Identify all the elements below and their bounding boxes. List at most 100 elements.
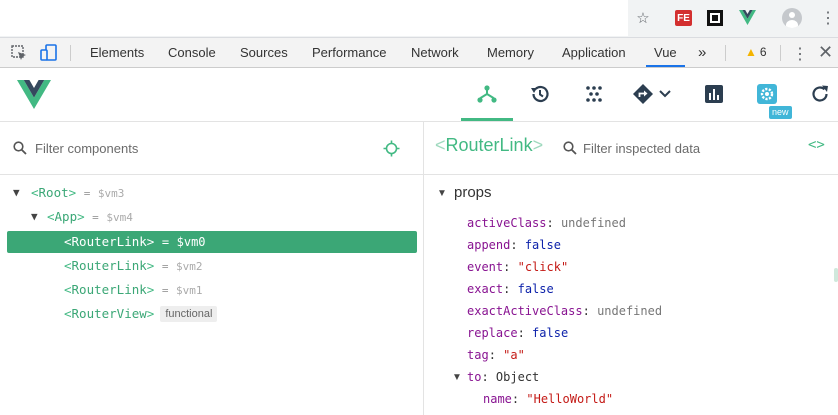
tab-network[interactable]: Network <box>411 38 459 67</box>
vm-ref: $vm2 <box>176 260 203 273</box>
component-tree-icon <box>477 85 497 103</box>
new-badge: new <box>769 106 792 119</box>
star-icon[interactable]: ☆ <box>634 9 652 27</box>
tag-bracket: < <box>64 282 72 297</box>
tree-node-root[interactable]: ▼ <Root> = $vm3 <box>7 182 417 204</box>
functional-badge: functional <box>160 306 218 322</box>
vm-ref: $vm0 <box>176 235 206 249</box>
inspected-data-filter-input[interactable] <box>583 139 783 157</box>
prop-row: event: "click" <box>467 259 568 275</box>
devtools-menu-icon[interactable]: ⋮ <box>792 44 808 64</box>
search-icon <box>563 141 577 155</box>
prop-key: replace <box>467 326 518 340</box>
tag-bracket: < <box>435 135 446 155</box>
prop-row-nested: name: "HelloWorld" <box>483 391 613 407</box>
tab-performance[interactable]: Performance <box>312 38 386 67</box>
prop-key: event <box>467 260 504 274</box>
warning-counter[interactable]: ▲ 6 <box>745 38 767 67</box>
dots-grid-icon <box>586 86 602 102</box>
prop-row: append: false <box>467 237 561 253</box>
prop-value: "HelloWorld" <box>526 392 614 406</box>
tree-node-routerlink[interactable]: <RouterLink> = $vm2 <box>7 255 417 277</box>
component-filter-input[interactable] <box>35 139 355 157</box>
prop-colon: : <box>481 370 489 384</box>
prop-row: exact: false <box>467 281 554 297</box>
prop-key: exact <box>467 282 504 296</box>
tab-vue[interactable]: Vue <box>646 38 685 67</box>
tag-bracket: < <box>64 234 72 249</box>
routing-tab-button[interactable] <box>632 82 676 106</box>
prop-row: exactActiveClass: undefined <box>467 303 662 319</box>
components-pane: ▼ <Root> = $vm3 ▼ <App> = $vm4 <RouterLi… <box>0 122 424 415</box>
tag-bracket: > <box>146 258 155 273</box>
tree-node-routerlink-selected[interactable]: <RouterLink> = $vm0 <box>7 231 417 253</box>
tag-bracket: > <box>146 306 155 321</box>
collapse-arrow-icon[interactable]: ▼ <box>437 188 447 199</box>
vm-ref: $vm4 <box>106 211 133 224</box>
warning-count: 6 <box>759 45 767 59</box>
square-extension-icon[interactable] <box>707 10 723 26</box>
components-tab-button[interactable] <box>475 82 499 106</box>
directions-icon <box>633 84 653 104</box>
inspector-header: <RouterLink> <> <box>424 122 838 175</box>
timeline-tab-button[interactable] <box>528 82 552 106</box>
equals-sign: = <box>92 211 99 224</box>
scrollbar-handle[interactable] <box>834 268 838 282</box>
fe-extension-icon[interactable]: FE <box>675 10 692 26</box>
refresh-button[interactable] <box>808 82 832 106</box>
history-icon <box>531 85 549 103</box>
inspect-element-icon[interactable] <box>11 45 27 61</box>
device-toolbar-icon[interactable] <box>40 44 58 62</box>
prop-key: tag <box>467 348 489 362</box>
refresh-icon <box>812 85 828 102</box>
kebab-menu-icon[interactable]: ⋮ <box>820 8 836 28</box>
vuex-tab-button[interactable] <box>582 82 606 106</box>
inspected-component-title: <RouterLink> <box>435 135 543 156</box>
vue-toolbar: new <box>0 68 838 122</box>
prop-colon: : <box>503 260 511 274</box>
tree-node-app[interactable]: ▼ <App> = $vm4 <box>7 206 417 228</box>
tree-node-routerlink[interactable]: <RouterLink> = $vm1 <box>7 279 417 301</box>
tree-node-routerview[interactable]: <RouterView> functional <box>7 303 417 325</box>
equals-sign: = <box>161 260 169 273</box>
prop-row: tag: "a" <box>467 347 525 363</box>
tag-bracket: > <box>532 135 544 155</box>
chevron-down-icon <box>659 90 671 98</box>
settings-tab-button[interactable] <box>755 82 779 106</box>
tag-bracket: > <box>77 209 85 224</box>
props-section-title[interactable]: props <box>454 184 492 201</box>
prop-row: activeClass: undefined <box>467 215 626 231</box>
tag-bracket: < <box>64 258 72 273</box>
component-name: RouterView <box>71 306 147 321</box>
close-devtools-icon[interactable]: ✕ <box>818 42 833 63</box>
prop-row-object[interactable]: to: Object <box>467 369 539 385</box>
vue-logo-icon <box>17 80 51 109</box>
performance-tab-button[interactable] <box>702 82 726 106</box>
tab-elements[interactable]: Elements <box>90 38 144 67</box>
profile-avatar[interactable] <box>782 8 802 28</box>
expand-arrow-icon[interactable]: ▼ <box>31 206 38 228</box>
expand-arrow-icon[interactable]: ▼ <box>13 182 20 204</box>
address-bar[interactable] <box>0 0 628 36</box>
code-icon[interactable]: <> <box>808 137 825 153</box>
tab-console[interactable]: Console <box>168 38 216 67</box>
prop-colon: : <box>517 326 525 340</box>
tab-memory[interactable]: Memory <box>487 38 534 67</box>
prop-colon: : <box>503 282 511 296</box>
active-tool-indicator <box>461 118 513 121</box>
bar-chart-icon <box>705 85 723 103</box>
more-tabs-icon[interactable]: » <box>698 38 706 67</box>
gear-icon <box>757 84 777 104</box>
tab-application[interactable]: Application <box>562 38 626 67</box>
browser-toolbar: ☆ FE ⋮ <box>0 0 838 38</box>
select-component-target-icon[interactable] <box>383 140 400 157</box>
tab-separator <box>725 45 726 61</box>
vm-ref: $vm1 <box>176 284 203 297</box>
tab-separator <box>70 45 71 61</box>
vue-extension-icon[interactable] <box>739 10 756 25</box>
vm-ref: $vm3 <box>97 187 125 200</box>
tab-sources[interactable]: Sources <box>240 38 288 67</box>
expand-arrow-icon[interactable]: ▼ <box>452 372 462 383</box>
tag-bracket: > <box>68 185 77 200</box>
prop-colon: : <box>510 238 518 252</box>
